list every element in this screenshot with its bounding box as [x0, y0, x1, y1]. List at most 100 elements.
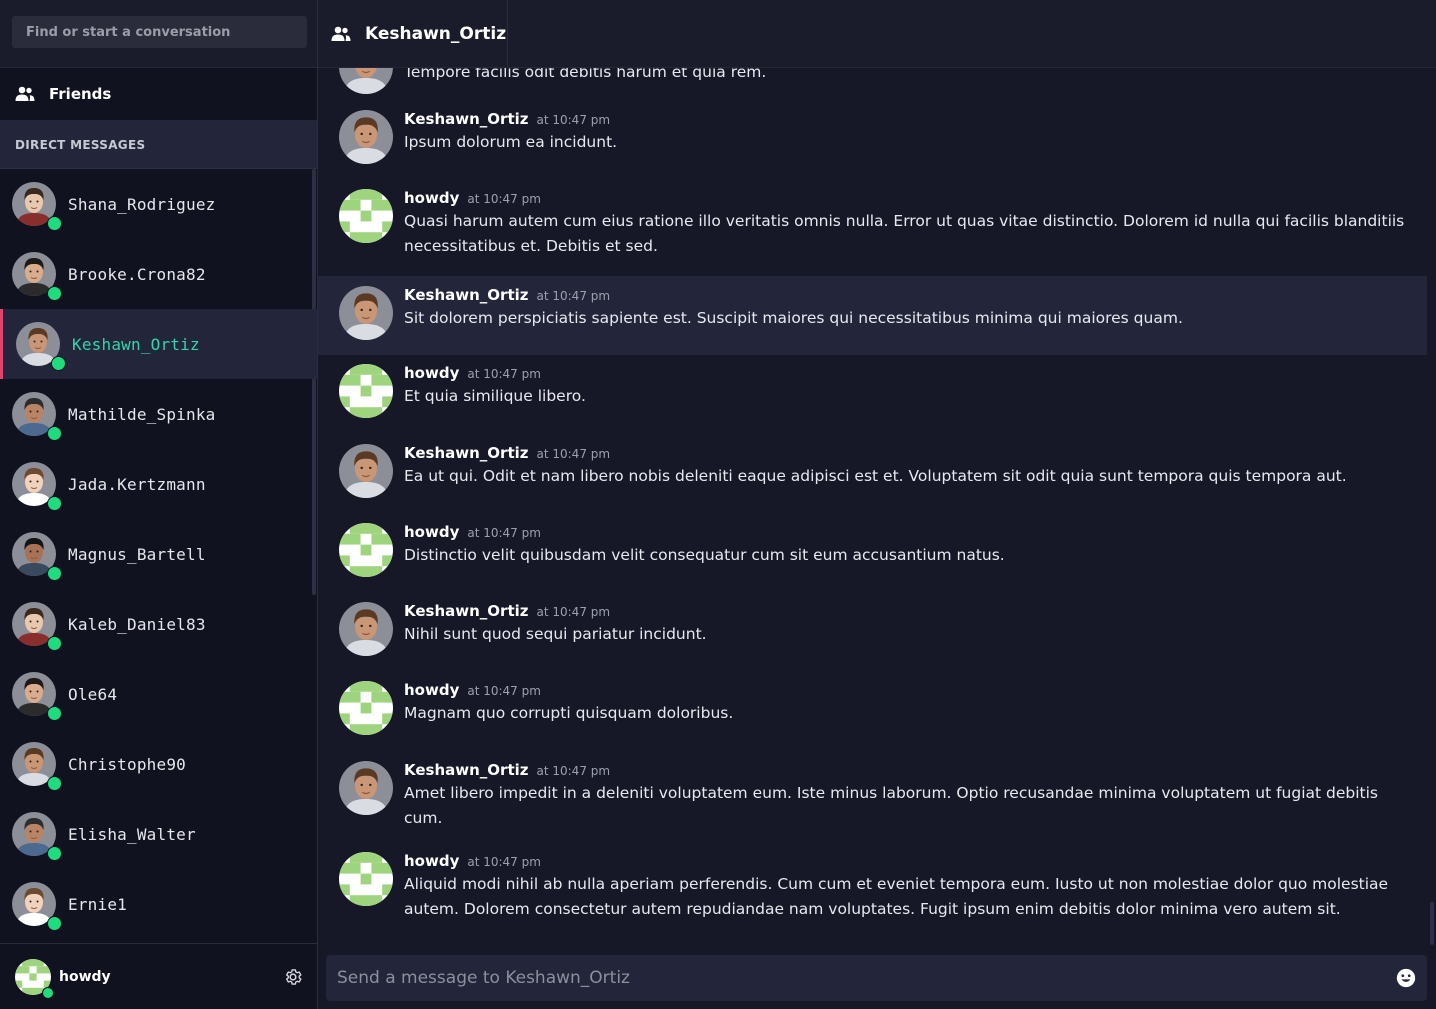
tab-conversation[interactable]: Keshawn_Ortiz	[318, 0, 508, 67]
dm-list[interactable]: Shana_Rodriguez Brooke.Crona82 Keshawn_Ort…	[0, 169, 317, 942]
message-body: howdy at 10:47 pm Distinctio velit quibusd…	[404, 523, 1416, 591]
avatar-image	[339, 761, 393, 815]
avatar	[12, 532, 62, 581]
message-body: Keshawn_Ortiz at 10:47 pm Ipsum dolorum ea…	[404, 110, 1416, 178]
message-item[interactable]: howdy at 10:47 pm Quasi harum autem cum ei…	[318, 187, 1427, 277]
dm-item[interactable]: Mathilde_Spinka	[0, 379, 317, 449]
dm-item[interactable]: Brooke.Crona82	[0, 239, 317, 309]
dm-name: Ernie1	[68, 894, 127, 914]
avatar-image	[339, 286, 393, 340]
message-body: howdy at 10:47 pm Quasi harum autem cum ei…	[404, 189, 1416, 277]
friends-button[interactable]: Friends	[0, 68, 317, 121]
message-item[interactable]: howdy at 10:47 pm Aliquid modi nihil ab nu…	[318, 850, 1427, 940]
message-text: Et quia similique libero.	[404, 387, 586, 405]
message-avatar[interactable]	[339, 189, 393, 243]
avatar-image	[339, 110, 393, 164]
message-item[interactable]: howdy at 10:47 pm Distinctio velit quibusd…	[318, 521, 1427, 591]
message-avatar[interactable]	[339, 681, 393, 735]
message-author[interactable]: Keshawn_Ortiz	[404, 286, 529, 304]
message-author[interactable]: howdy	[404, 189, 459, 207]
message-item[interactable]: howdy at 10:47 pm Magnam quo corrupti quis…	[318, 679, 1427, 749]
message-composer	[326, 955, 1427, 1001]
message-avatar[interactable]	[339, 761, 393, 815]
user-panel: howdy	[0, 943, 317, 1009]
message-avatar[interactable]	[339, 523, 393, 577]
message-body: Keshawn_Ortiz at 10:47 pm Sit dolorem pers…	[404, 286, 1416, 355]
dm-item[interactable]: Keshawn_Ortiz	[0, 309, 317, 379]
message-avatar[interactable]	[339, 110, 393, 164]
avatar	[12, 182, 62, 231]
message-list-scrollbar[interactable]	[1430, 902, 1434, 945]
app-window: Friends DIRECT MESSAGES Shana_Rodriguez B…	[0, 0, 1436, 1009]
message-timestamp: at 10:47 pm	[536, 605, 611, 619]
dm-name: Mathilde_Spinka	[68, 404, 216, 424]
avatar-image	[339, 852, 393, 906]
message-item[interactable]: howdy at 10:47 pm Et quia similique libero…	[318, 362, 1427, 432]
message-list[interactable]: Keshawn_Ortizat 10:47 pmTempore facilis …	[318, 68, 1435, 946]
online-status-dot	[47, 216, 62, 231]
message-author[interactable]: howdy	[404, 681, 459, 699]
avatar	[12, 672, 62, 721]
avatar	[12, 252, 62, 301]
dm-item[interactable]: Ole64	[0, 659, 317, 729]
dm-name: Christophe90	[68, 754, 186, 774]
message-text: Ipsum dolorum ea incidunt.	[404, 133, 618, 151]
message-item[interactable]: Keshawn_Ortiz at 10:47 pm Amet libero impe…	[318, 759, 1427, 849]
message-header: Keshawn_Ortiz at 10:47 pm	[404, 110, 1416, 128]
online-status-dot	[47, 496, 62, 511]
online-status-dot	[47, 286, 62, 301]
message-item[interactable]: Keshawn_Ortiz at 10:47 pm Ea ut qui. Odit …	[318, 442, 1427, 512]
dm-item[interactable]: Ernie1	[0, 869, 317, 939]
dm-item[interactable]: Kaleb_Daniel83	[0, 589, 317, 659]
avatar-image	[339, 189, 393, 243]
dm-name: Keshawn_Ortiz	[72, 334, 200, 354]
message-timestamp: at 10:47 pm	[467, 855, 541, 869]
message-author[interactable]: howdy	[404, 364, 459, 382]
search-input[interactable]	[12, 16, 307, 48]
message-avatar[interactable]	[339, 286, 393, 340]
dm-item[interactable]: Shana_Rodriguez	[0, 169, 317, 239]
avatar-image	[339, 444, 393, 498]
dm-item[interactable]: Elisha_Walter	[0, 799, 317, 869]
current-user-avatar[interactable]	[15, 958, 54, 999]
direct-messages-title: DIRECT MESSAGES	[15, 137, 146, 152]
message-timestamp: at 10:47 pm	[467, 684, 541, 698]
message-author[interactable]: howdy	[404, 523, 459, 541]
message-avatar[interactable]	[339, 444, 393, 498]
message-avatar[interactable]	[339, 602, 393, 656]
message-text: Quasi harum autem cum eius ratione illo …	[404, 212, 1405, 255]
message-author[interactable]: Keshawn_Ortiz	[404, 110, 529, 128]
friends-label: Friends	[49, 85, 112, 103]
avatar	[12, 462, 62, 511]
message-item[interactable]: Keshawn_Ortiz at 10:47 pm Ipsum dolorum ea…	[318, 108, 1427, 178]
message-author[interactable]: Keshawn_Ortiz	[404, 444, 529, 462]
message-timestamp: at 10:47 pm	[536, 764, 611, 778]
avatar	[12, 882, 62, 931]
message-header: howdy at 10:47 pm	[404, 523, 1416, 541]
chat-header: Keshawn_Ortiz	[318, 0, 1436, 68]
dm-item[interactable]: Jada.Kertzmann	[0, 449, 317, 519]
message-body: Keshawn_Ortiz at 10:47 pm Amet libero impe…	[404, 761, 1416, 849]
gear-icon[interactable]	[283, 967, 303, 987]
message-timestamp: at 10:47 pm	[467, 192, 541, 206]
dm-item[interactable]: Christophe90	[0, 729, 317, 799]
message-item[interactable]: Keshawn_Ortizat 10:47 pmTempore facilis …	[318, 68, 1427, 108]
dm-item[interactable]: Magnus_Bartell	[0, 519, 317, 589]
message-author[interactable]: howdy	[404, 852, 459, 870]
message-avatar[interactable]	[339, 364, 393, 418]
smile-icon[interactable]	[1395, 967, 1417, 989]
message-avatar[interactable]	[339, 68, 393, 94]
message-timestamp: at 10:47 pm	[467, 367, 541, 381]
message-author[interactable]: Keshawn_Ortiz	[404, 602, 529, 620]
message-item[interactable]: Keshawn_Ortiz at 10:47 pm Sit dolorem pers…	[318, 276, 1427, 355]
online-status-dot	[47, 636, 62, 651]
direct-messages-header: DIRECT MESSAGES	[0, 121, 317, 169]
message-author[interactable]: Keshawn_Ortiz	[404, 761, 529, 779]
message-item[interactable]: Keshawn_Ortiz at 10:47 pm Nihil sunt quod …	[318, 600, 1427, 670]
message-header: howdy at 10:47 pm	[404, 364, 1416, 382]
avatar	[12, 602, 62, 651]
message-input[interactable]	[326, 968, 1395, 988]
message-body: howdy at 10:47 pm Magnam quo corrupti quis…	[404, 681, 1416, 749]
online-status-dot	[47, 426, 62, 441]
message-avatar[interactable]	[339, 852, 393, 906]
